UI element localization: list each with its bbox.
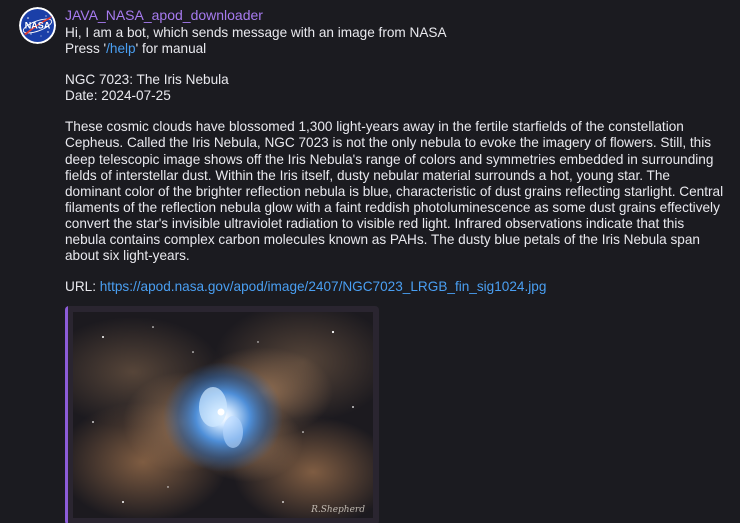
nebula-image-icon: R.Shepherd [73, 312, 373, 519]
link-preview[interactable]: R.Shepherd [65, 306, 379, 523]
help-command-link[interactable]: /help [106, 41, 135, 56]
sender-name[interactable]: JAVA_NASA_apod_downloader [65, 7, 725, 24]
chat-window: NASA JAVA_NASA_apod_downloader Hi, I am … [0, 0, 740, 523]
photographer-signature: R.Shepherd [310, 505, 365, 515]
apod-title: NGC 7023: The Iris Nebula [65, 72, 229, 88]
url-line: URL: https://apod.nasa.gov/apod/image/24… [65, 279, 725, 295]
help-instruction: Press '/help' for manual [65, 41, 725, 57]
nebula-preview-image[interactable]: R.Shepherd [73, 312, 373, 519]
image-url-link[interactable]: https://apod.nasa.gov/apod/image/2407/NG… [100, 279, 547, 294]
message-bubble: JAVA_NASA_apod_downloader Hi, I am a bot… [65, 7, 725, 523]
apod-description: These cosmic clouds have blossomed 1,300… [65, 119, 724, 264]
apod-date: Date: 2024-07-25 [65, 88, 171, 104]
nasa-logo-icon: NASA [19, 7, 56, 44]
help-prefix: Press ' [65, 41, 107, 57]
avatar-logo-text: NASA [25, 21, 51, 31]
preview-accent-bar [65, 306, 68, 523]
help-suffix: ' for manual [135, 41, 207, 57]
url-label: URL: [65, 279, 100, 295]
bot-avatar[interactable]: NASA [19, 7, 56, 44]
intro-line: Hi, I am a bot, which sends message with… [65, 25, 447, 40]
